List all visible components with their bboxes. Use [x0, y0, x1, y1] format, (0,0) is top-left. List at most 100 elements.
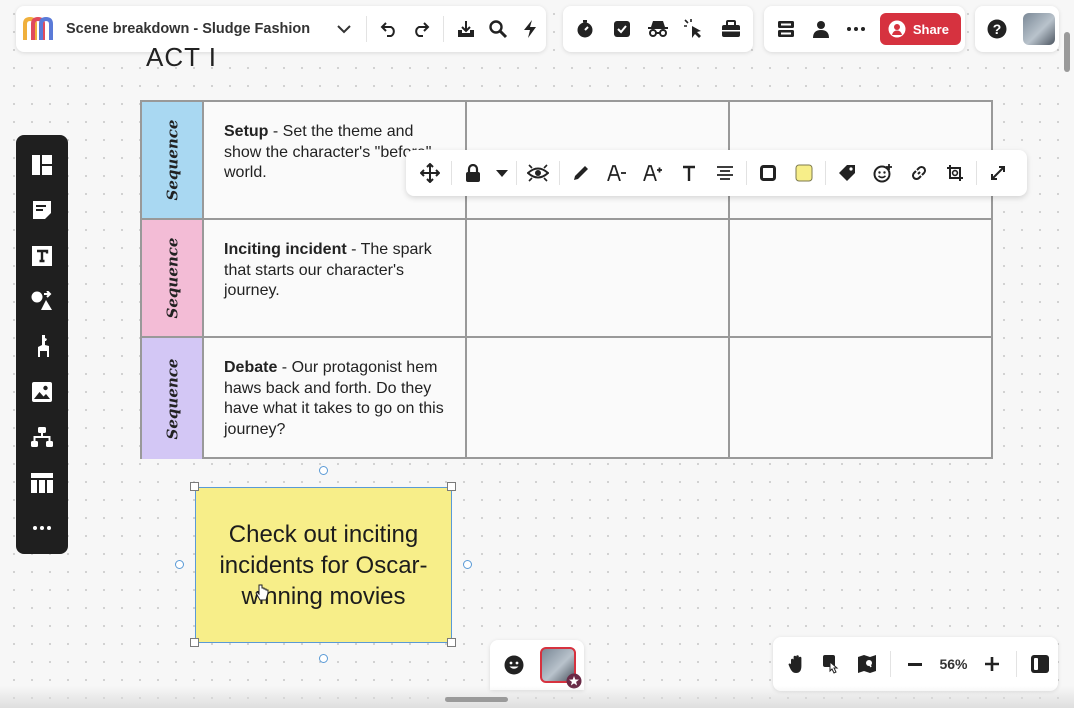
- connector-handle-top[interactable]: [319, 466, 328, 475]
- board-title-bar: Scene breakdown - Sludge Fashion: [16, 6, 546, 52]
- image-icon[interactable]: [22, 372, 62, 411]
- divider: [451, 161, 452, 185]
- move-icon[interactable]: [412, 155, 448, 191]
- expand-icon[interactable]: [980, 155, 1016, 191]
- more-icon[interactable]: [22, 509, 62, 548]
- left-toolbar: [16, 135, 68, 554]
- connector-handle-left[interactable]: [175, 560, 184, 569]
- cursor-click-icon[interactable]: [676, 11, 712, 47]
- help-icon[interactable]: ?: [979, 11, 1015, 47]
- table-cell[interactable]: [467, 220, 730, 336]
- table-row[interactable]: Sequence Inciting incident - The spark t…: [142, 220, 991, 338]
- table-row[interactable]: Sequence Debate - Our protagonist hem ha…: [142, 338, 991, 459]
- user-bar: ?: [975, 6, 1059, 52]
- row-title: Debate: [224, 359, 278, 376]
- minimap-icon[interactable]: [849, 646, 884, 682]
- search-icon[interactable]: [482, 11, 514, 47]
- user-icon[interactable]: [803, 11, 838, 47]
- resize-handle-top-left[interactable]: [190, 482, 199, 491]
- share-bar: Share: [764, 6, 965, 52]
- touch-mode-icon[interactable]: [814, 646, 849, 682]
- redo-icon[interactable]: [405, 11, 437, 47]
- divider: [443, 16, 444, 42]
- divider: [366, 16, 368, 42]
- add-reaction-icon[interactable]: [865, 155, 901, 191]
- mindmap-icon[interactable]: [22, 418, 62, 457]
- resize-handle-top-right[interactable]: [447, 482, 456, 491]
- sequence-tag-label: Sequence: [163, 119, 181, 201]
- panel-toggle-icon[interactable]: [1023, 646, 1058, 682]
- layout-icon[interactable]: [768, 11, 803, 47]
- row-title: Inciting incident: [224, 241, 347, 258]
- table-cell[interactable]: [467, 338, 730, 459]
- checkbox-icon[interactable]: [604, 11, 640, 47]
- table-icon[interactable]: [22, 463, 62, 502]
- export-icon[interactable]: [450, 11, 482, 47]
- toolbox-icon[interactable]: [713, 11, 749, 47]
- fill-color-icon[interactable]: [786, 155, 822, 191]
- divider: [746, 161, 747, 185]
- zoom-out-icon[interactable]: [897, 646, 932, 682]
- share-label: Share: [912, 21, 949, 37]
- sticky-note[interactable]: Check out inciting incidents for Oscar-w…: [195, 487, 452, 643]
- sticky-note-icon[interactable]: [22, 190, 62, 229]
- mouse-cursor-icon: [255, 584, 269, 602]
- act-heading[interactable]: ACT I: [146, 42, 217, 73]
- templates-icon[interactable]: [22, 145, 62, 184]
- more-icon[interactable]: [839, 11, 874, 47]
- connector-handle-bottom[interactable]: [319, 654, 328, 663]
- llama-icon[interactable]: [22, 327, 62, 366]
- divider: [890, 651, 892, 677]
- board-title[interactable]: Scene breakdown - Sludge Fashion: [66, 21, 310, 37]
- divider: [516, 161, 517, 185]
- horizontal-scrollbar[interactable]: [445, 697, 508, 702]
- context-toolbar: [406, 150, 1027, 196]
- divider: [559, 161, 560, 185]
- hand-tool-icon[interactable]: [779, 646, 814, 682]
- resize-handle-bottom-right[interactable]: [447, 638, 456, 647]
- vertical-scrollbar[interactable]: [1064, 32, 1070, 72]
- logo-icon[interactable]: [22, 11, 54, 47]
- zoom-bar: 56%: [773, 637, 1058, 691]
- table-cell-description[interactable]: Inciting incident - The spark that start…: [204, 220, 467, 336]
- lightning-icon[interactable]: [514, 11, 546, 47]
- visibility-icon[interactable]: [520, 155, 556, 191]
- sticky-note-text[interactable]: Check out inciting incidents for Oscar-w…: [206, 519, 441, 612]
- share-button[interactable]: Share: [879, 13, 961, 45]
- zoom-in-icon[interactable]: [975, 646, 1010, 682]
- divider: [825, 161, 826, 185]
- crop-icon[interactable]: [937, 155, 973, 191]
- lock-icon[interactable]: [455, 155, 491, 191]
- align-icon[interactable]: [707, 155, 743, 191]
- text-style-icon[interactable]: [671, 155, 707, 191]
- sequence-tag[interactable]: Sequence: [142, 102, 204, 218]
- sequence-tag-label: Sequence: [163, 358, 181, 439]
- zoom-level[interactable]: 56%: [932, 656, 975, 672]
- add-user-icon: [888, 20, 906, 38]
- font-decrease-icon[interactable]: [599, 155, 635, 191]
- table-cell-description[interactable]: Debate - Our protagonist hem haws back a…: [204, 338, 467, 459]
- caret-down-icon[interactable]: [491, 155, 513, 191]
- user-avatar[interactable]: [1023, 13, 1055, 45]
- font-increase-icon[interactable]: [635, 155, 671, 191]
- undo-icon[interactable]: [373, 11, 405, 47]
- chevron-down-icon[interactable]: [328, 11, 360, 47]
- collaborator-avatar[interactable]: [540, 647, 582, 689]
- divider: [976, 161, 977, 185]
- divider: [1015, 651, 1017, 677]
- timer-icon[interactable]: [567, 11, 603, 47]
- svg-text:?: ?: [993, 21, 1002, 37]
- sequence-tag[interactable]: Sequence: [142, 338, 204, 459]
- pen-icon[interactable]: [563, 155, 599, 191]
- tag-icon[interactable]: [829, 155, 865, 191]
- border-icon[interactable]: [750, 155, 786, 191]
- shapes-icon[interactable]: [22, 281, 62, 320]
- text-icon[interactable]: [22, 236, 62, 275]
- collaboration-toolbar: [563, 6, 753, 52]
- link-icon[interactable]: [901, 155, 937, 191]
- emoji-icon[interactable]: [496, 647, 532, 683]
- incognito-icon[interactable]: [640, 11, 676, 47]
- sequence-tag[interactable]: Sequence: [142, 220, 204, 336]
- resize-handle-bottom-left[interactable]: [190, 638, 199, 647]
- connector-handle-right[interactable]: [463, 560, 472, 569]
